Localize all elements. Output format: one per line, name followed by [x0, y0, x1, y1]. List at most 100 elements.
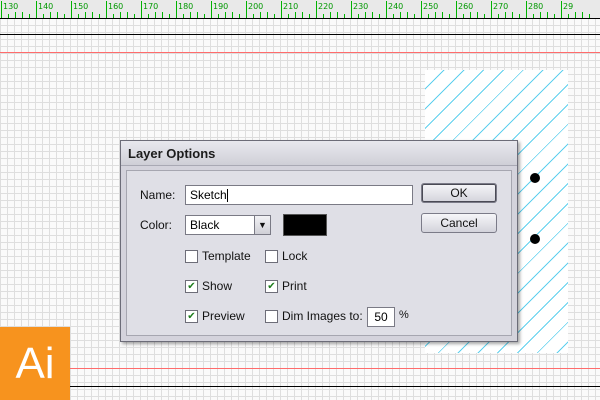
ruler-minor-tick	[498, 14, 499, 18]
ruler-label: 140	[38, 2, 54, 11]
ruler-minor-tick	[92, 12, 93, 18]
ruler-minor-tick	[148, 14, 149, 18]
ruler-major-tick	[491, 1, 492, 18]
ruler-minor-tick	[253, 14, 254, 18]
ruler-major-tick	[211, 1, 212, 18]
ruler-label: 170	[143, 2, 159, 11]
color-select[interactable]: Black ▼	[185, 215, 271, 235]
guide-line-bottom	[0, 368, 600, 369]
ruler-minor-tick	[435, 12, 436, 18]
ruler-minor-tick	[477, 12, 478, 18]
print-checkbox[interactable]: ✔	[265, 280, 278, 293]
ruler-minor-tick	[267, 12, 268, 18]
percent-unit: %	[399, 309, 409, 321]
dim-images-checkbox[interactable]	[265, 310, 278, 323]
ruler-major-tick	[526, 1, 527, 18]
ruler-major-tick	[561, 1, 562, 18]
ruler-minor-tick	[15, 12, 16, 18]
ruler-minor-tick	[547, 12, 548, 18]
ruler-minor-tick	[43, 14, 44, 18]
ruler-minor-tick	[22, 12, 23, 18]
ruler-minor-tick	[134, 14, 135, 18]
ruler-label: 250	[423, 2, 439, 11]
ruler-label: 200	[248, 2, 264, 11]
ruler-minor-tick	[365, 12, 366, 18]
layer-options-dialog: Layer Options Name: Sketch Color: Black …	[120, 140, 518, 342]
ruler-minor-tick	[540, 12, 541, 18]
ruler-minor-tick	[64, 14, 65, 18]
dialog-titlebar[interactable]: Layer Options	[121, 141, 517, 166]
illustrator-logo: Ai	[0, 327, 70, 400]
ruler-major-tick	[106, 1, 107, 18]
ruler-minor-tick	[372, 12, 373, 18]
ruler-minor-tick	[155, 12, 156, 18]
ruler-minor-tick	[113, 14, 114, 18]
chevron-down-icon[interactable]: ▼	[254, 216, 270, 234]
ruler-label: 29	[563, 2, 574, 11]
ruler-label: 280	[528, 2, 544, 11]
cancel-button[interactable]: Cancel	[421, 213, 497, 233]
ruler-label: 240	[388, 2, 404, 11]
ruler-minor-tick	[288, 14, 289, 18]
ruler-major-tick	[176, 1, 177, 18]
ruler-minor-tick	[204, 14, 205, 18]
dim-images-label[interactable]: Dim Images to:	[282, 309, 363, 323]
ruler-minor-tick	[589, 14, 590, 18]
print-label[interactable]: Print	[282, 279, 307, 293]
ok-button[interactable]: OK	[421, 183, 497, 203]
ruler-major-tick	[141, 1, 142, 18]
preview-checkbox[interactable]: ✔	[185, 310, 198, 323]
ruler-minor-tick	[8, 14, 9, 18]
name-label: Name:	[140, 188, 176, 202]
show-label[interactable]: Show	[202, 279, 232, 293]
ruler-minor-tick	[239, 14, 240, 18]
template-checkbox[interactable]	[185, 250, 198, 263]
preview-label[interactable]: Preview	[202, 309, 245, 323]
ruler-minor-tick	[260, 12, 261, 18]
template-label[interactable]: Template	[202, 249, 251, 263]
ruler-major-tick	[386, 1, 387, 18]
ruler-minor-tick	[533, 14, 534, 18]
show-checkbox[interactable]: ✔	[185, 280, 198, 293]
ruler-minor-tick	[414, 14, 415, 18]
ruler-minor-tick	[582, 12, 583, 18]
ruler-minor-tick	[309, 14, 310, 18]
horizontal-ruler[interactable]: 130 140 150 160 170 180 190 200 210 220 230 240 250 2…	[0, 0, 600, 19]
ruler-minor-tick	[78, 14, 79, 18]
ruler-minor-tick	[554, 14, 555, 18]
color-select-value: Black	[190, 218, 220, 232]
ruler-minor-tick	[484, 14, 485, 18]
ruler-minor-tick	[407, 12, 408, 18]
ruler-minor-tick	[449, 14, 450, 18]
ruler-minor-tick	[505, 12, 506, 18]
ruler-minor-tick	[470, 12, 471, 18]
ruler-minor-tick	[337, 12, 338, 18]
artboard-edge-bottom	[0, 386, 600, 387]
ruler-minor-tick	[162, 12, 163, 18]
ruler-major-tick	[421, 1, 422, 18]
ruler-minor-tick	[183, 14, 184, 18]
ruler-label: 230	[353, 2, 369, 11]
ruler-minor-tick	[323, 14, 324, 18]
ruler-label: 130	[3, 2, 19, 11]
ruler-label: 270	[493, 2, 509, 11]
text-caret	[226, 189, 228, 203]
ruler-minor-tick	[225, 12, 226, 18]
ruler-minor-tick	[344, 14, 345, 18]
lock-label[interactable]: Lock	[282, 249, 307, 263]
name-field[interactable]: Sketch	[185, 185, 413, 205]
anchor-point[interactable]	[530, 173, 540, 183]
ruler-minor-tick	[218, 14, 219, 18]
dim-images-field[interactable]: 50	[367, 307, 395, 327]
color-swatch[interactable]	[283, 214, 327, 236]
ruler-minor-tick	[302, 12, 303, 18]
anchor-point[interactable]	[530, 234, 540, 244]
ruler-minor-tick	[50, 12, 51, 18]
ruler-minor-tick	[120, 12, 121, 18]
ruler-major-tick	[71, 1, 72, 18]
ruler-minor-tick	[568, 14, 569, 18]
ruler-major-tick	[36, 1, 37, 18]
ruler-minor-tick	[197, 12, 198, 18]
lock-checkbox[interactable]	[265, 250, 278, 263]
ruler-minor-tick	[575, 12, 576, 18]
